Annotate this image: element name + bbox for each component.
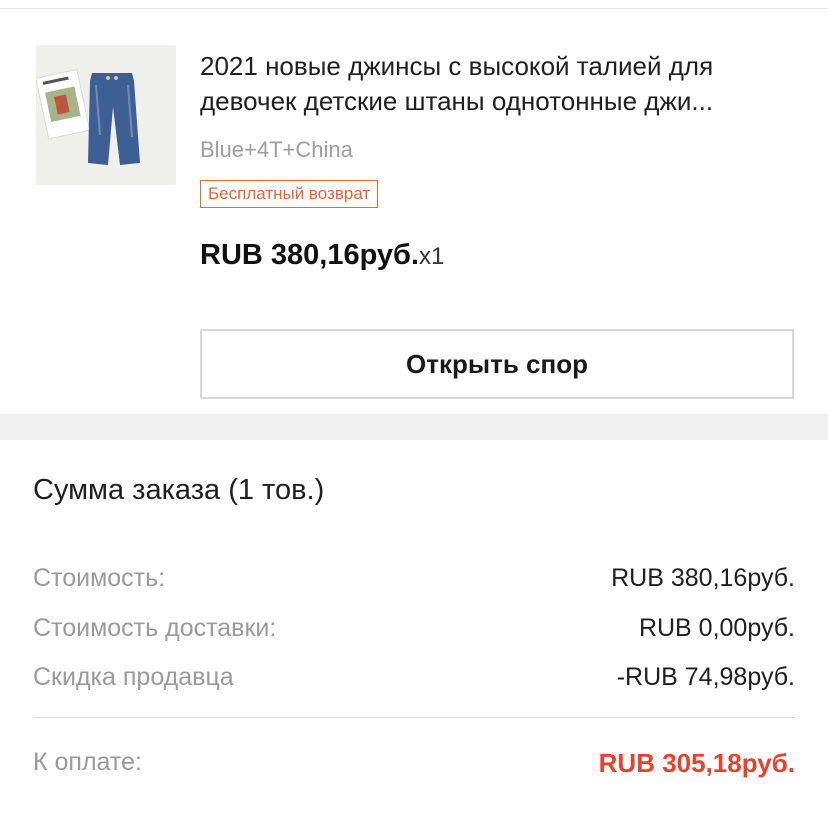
order-summary: Сумма заказа (1 тов.) Стоимость: RUB 380…	[0, 440, 828, 821]
summary-value: -RUB 74,98руб.	[616, 663, 795, 691]
summary-row-total: К оплате: RUB 305,18руб.	[33, 748, 795, 779]
total-value: RUB 305,18руб.	[598, 748, 795, 778]
summary-divider	[33, 717, 795, 718]
top-divider	[0, 0, 828, 9]
order-item-card: 2021 новые джинсы с высокой талией для д…	[0, 9, 828, 414]
total-label: К оплате:	[33, 748, 142, 776]
summary-row-discount: Скидка продавца -RUB 74,98руб.	[33, 663, 795, 692]
section-separator	[0, 414, 828, 440]
summary-row-shipping: Стоимость доставки: RUB 0,00руб.	[33, 614, 795, 643]
summary-label: Скидка продавца	[33, 663, 234, 691]
summary-label: Стоимость:	[33, 564, 166, 592]
product-price: RUB 380,16руб.	[200, 239, 420, 271]
summary-value: RUB 380,16руб.	[611, 564, 795, 592]
jeans-image	[36, 45, 176, 185]
summary-title: Сумма заказа (1 тов.)	[33, 474, 325, 506]
free-return-badge: Бесплатный возврат	[200, 180, 379, 208]
summary-row-cost: Стоимость: RUB 380,16руб.	[33, 564, 795, 593]
product-variant: Blue+4T+China	[200, 137, 353, 162]
open-dispute-button[interactable]: Открыть спор	[200, 329, 794, 399]
product-quantity: x1	[419, 243, 445, 270]
summary-label: Стоимость доставки:	[33, 614, 277, 642]
product-thumbnail[interactable]	[36, 45, 176, 185]
price-line: RUB 380,16руб.x1	[200, 239, 444, 272]
product-title[interactable]: 2021 новые джинсы с высокой талией для д…	[200, 49, 800, 119]
summary-value: RUB 0,00руб.	[638, 614, 795, 642]
